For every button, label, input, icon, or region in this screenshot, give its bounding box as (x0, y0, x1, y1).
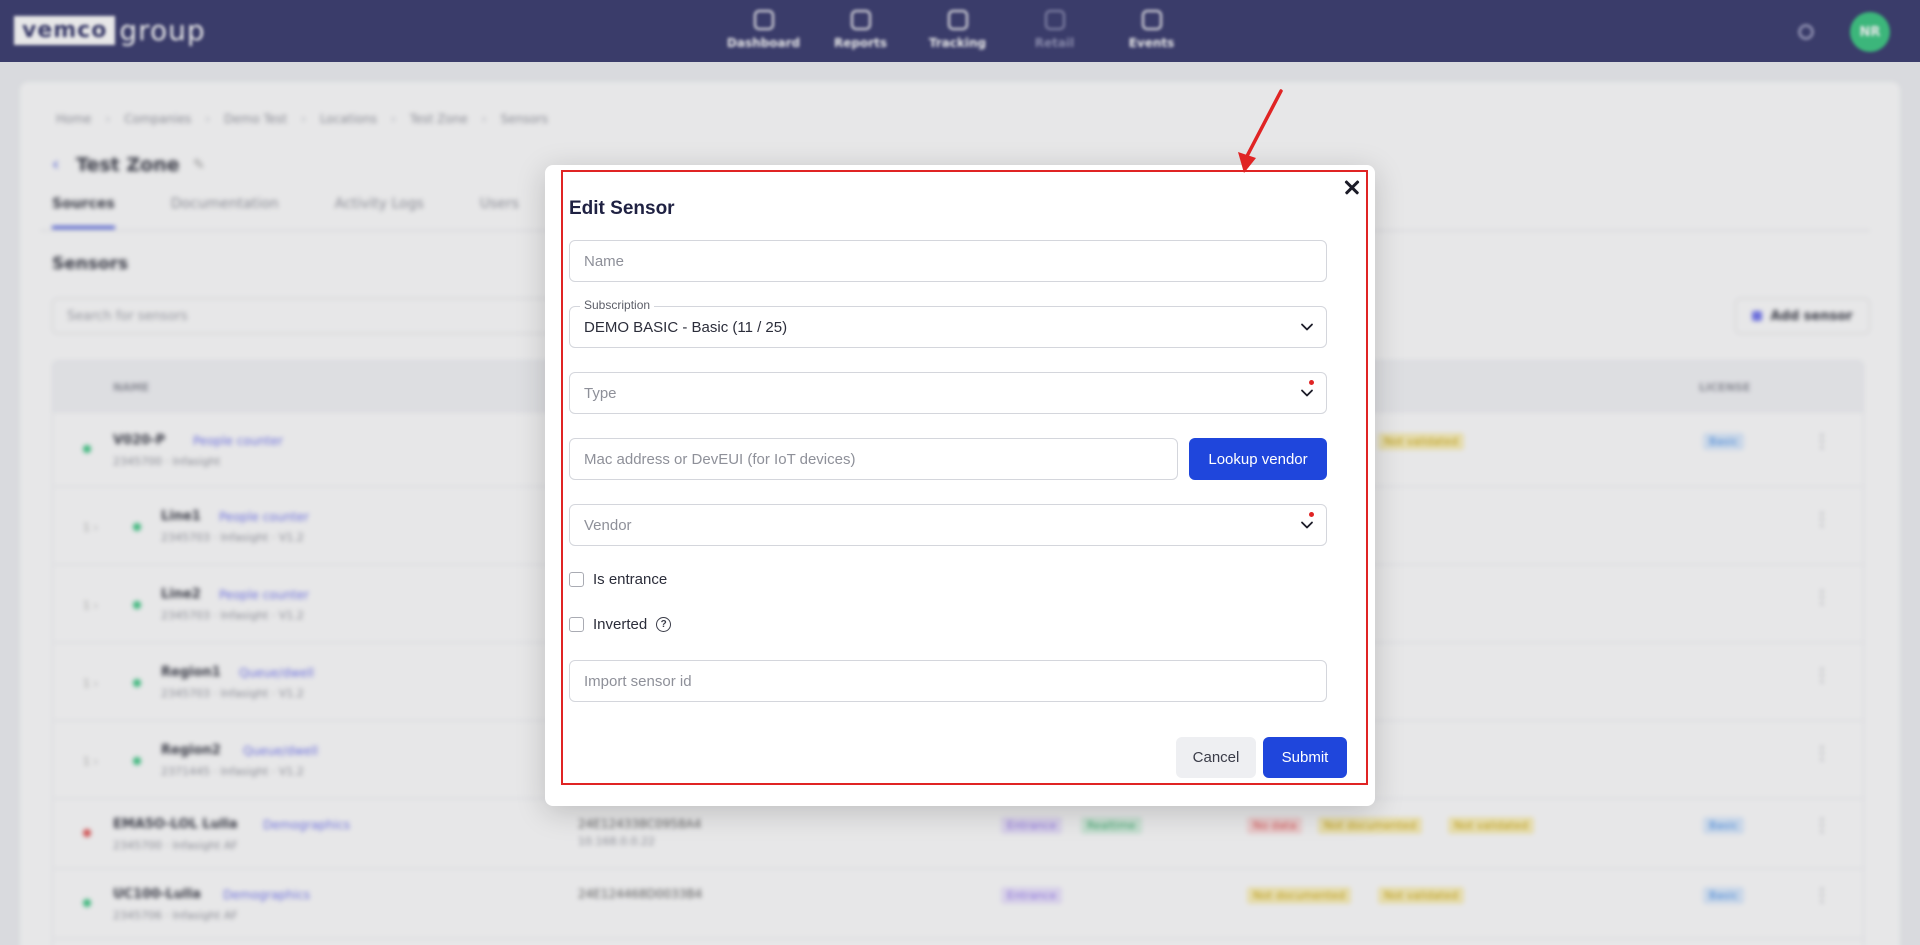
is-entrance-checkbox[interactable] (569, 572, 584, 587)
type-placeholder: Type (584, 385, 617, 402)
subscription-select[interactable]: Subscription DEMO BASIC - Basic (11 / 25… (569, 298, 1327, 348)
type-select[interactable]: Type (569, 372, 1327, 414)
name-input[interactable] (570, 241, 1326, 281)
import-sensor-id-input[interactable] (570, 661, 1326, 701)
annotation-arrow-icon (1238, 89, 1283, 173)
is-entrance-option[interactable]: Is entrance (569, 571, 667, 588)
inverted-checkbox[interactable] (569, 617, 584, 632)
chevron-down-icon (1301, 323, 1313, 331)
name-field[interactable] (569, 240, 1327, 282)
inverted-option[interactable]: Inverted ? (569, 616, 672, 633)
import-sensor-id-field[interactable] (569, 660, 1327, 702)
vendor-select[interactable]: Vendor (569, 504, 1327, 546)
cancel-button[interactable]: Cancel (1176, 737, 1256, 778)
mac-address-field[interactable] (569, 438, 1178, 480)
help-question-icon[interactable]: ? (656, 617, 672, 632)
required-indicator (1309, 512, 1314, 517)
chevron-down-icon (1301, 521, 1313, 529)
close-icon[interactable] (1340, 175, 1364, 199)
subscription-value: DEMO BASIC - Basic (11 / 25) (584, 319, 788, 336)
mac-address-input[interactable] (570, 439, 1177, 479)
chevron-down-icon (1301, 389, 1313, 397)
inverted-label: Inverted (593, 616, 648, 633)
vendor-placeholder: Vendor (584, 517, 632, 534)
dialog-title: Edit Sensor (569, 198, 675, 219)
required-indicator (1309, 380, 1314, 385)
subscription-label: Subscription (580, 298, 655, 312)
lookup-vendor-button[interactable]: Lookup vendor (1189, 438, 1327, 480)
is-entrance-label: Is entrance (593, 571, 668, 588)
submit-button[interactable]: Submit (1263, 737, 1347, 778)
